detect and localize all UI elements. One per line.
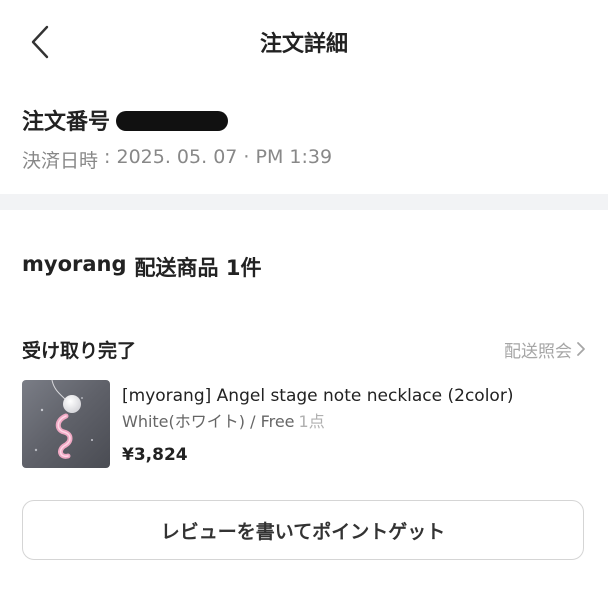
page-title: 注文詳細 [259, 32, 348, 57]
payment-datetime-separator: : [98, 146, 117, 168]
payment-datetime-label: 決済日時 [22, 150, 99, 172]
product-option-text: White(ホワイト) / Free [122, 412, 295, 431]
chevron-right-icon [577, 342, 585, 356]
tracking-link-label: 配送照会 [504, 341, 572, 362]
product-info: [myorang] Angel stage note necklace (2co… [122, 383, 592, 465]
shipment-heading: myorang 配送商品 1件 [22, 252, 261, 282]
product-thumbnail[interactable] [22, 380, 110, 468]
order-number-row: 注文番号 [22, 100, 586, 140]
shipment-status-row: 受け取り完了 配送照会 [22, 334, 586, 364]
delivery-status: 受け取り完了 [22, 339, 137, 362]
section-divider [0, 194, 608, 210]
shop-name: myorang [22, 252, 127, 276]
order-number-label: 注文番号 [22, 110, 111, 135]
shipment-count-label: 配送商品 1件 [134, 256, 262, 280]
header: 注文詳細 [0, 0, 608, 84]
write-review-button[interactable]: レビューを書いてポイントゲット [22, 500, 584, 560]
product-option: White(ホワイト) / Free 1点 [122, 411, 592, 433]
product-price: ¥3,824 [122, 445, 188, 465]
product-name[interactable]: [myorang] Angel stage note necklace (2co… [122, 383, 592, 409]
payment-datetime-dot: · [237, 146, 256, 168]
payment-date: 2025. 05. 07 [116, 146, 238, 168]
payment-time: PM 1:39 [255, 146, 333, 168]
order-summary: 注文番号 決済日時 : 2025. 05. 07 · PM 1:39 [22, 100, 586, 173]
order-detail-page: 注文詳細 注文番号 決済日時 : 2025. 05. 07 · PM 1:39 … [0, 0, 608, 608]
product-quantity: 1点 [298, 412, 325, 431]
order-number-redaction [116, 111, 229, 131]
necklace-product-image [22, 380, 110, 468]
tracking-link[interactable]: 配送照会 [504, 337, 586, 362]
payment-datetime: 決済日時 : 2025. 05. 07 · PM 1:39 [22, 146, 586, 173]
